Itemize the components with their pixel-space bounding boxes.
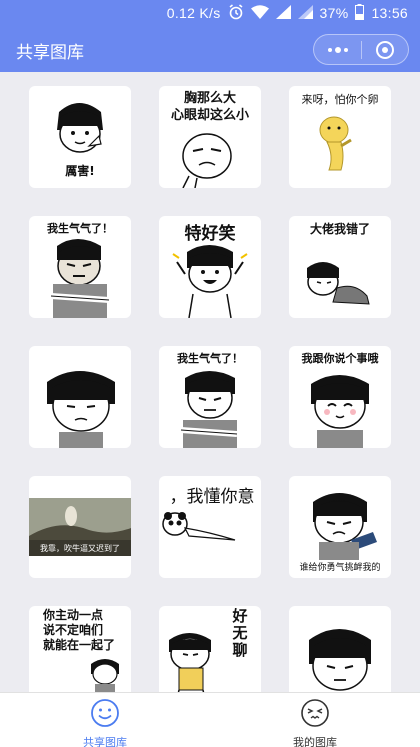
status-bar: 0.12 K/s 37% 13:56 (0, 0, 420, 26)
signal-icon-2 (297, 4, 313, 22)
page-title: 共享图库 (16, 43, 84, 63)
meme-grid: 厲害! 胸那么大 心眼却这么小 来呀，怕你个卵 我生气气了！ 特好笑 大佬我错了… (0, 72, 420, 692)
meme-card-2[interactable]: 胸那么大 心眼却这么小 (159, 86, 261, 188)
wifi-icon (250, 4, 269, 22)
meme-caption: 谁给你勇气挑衅我的 (299, 563, 381, 573)
network-speed: 0.12 K/s (166, 5, 221, 21)
meme-card-12[interactable]: 谁给你勇气挑衅我的 (289, 476, 391, 578)
meme-card-6[interactable]: 大佬我错了 (289, 216, 391, 318)
sneaky-face-icon (300, 698, 330, 732)
nav-bar: 共享图库 (0, 26, 420, 72)
meme-caption: 厲害! (65, 164, 95, 178)
meme-card-5[interactable]: 特好笑 (159, 216, 261, 318)
meme-card-1[interactable]: 厲害! (29, 86, 131, 188)
alarm-icon (228, 3, 244, 23)
smile-face-icon (90, 698, 120, 732)
battery-percent: 37% (319, 5, 349, 21)
mini-program-capsule (313, 34, 409, 65)
close-button[interactable] (362, 35, 408, 64)
meme-card-11[interactable]: ，我懂你意 (159, 476, 261, 578)
clock: 13:56 (371, 5, 408, 21)
meme-card-10[interactable]: 我靠，吹牛逼又迟到了 (29, 476, 131, 578)
tab-shared-gallery[interactable]: 共享图库 (0, 693, 210, 747)
tab-label: 我的图库 (293, 736, 337, 747)
signal-icon (275, 4, 291, 22)
meme-card-15[interactable] (289, 606, 391, 692)
tab-my-gallery[interactable]: 我的图库 (210, 693, 420, 747)
meme-card-8[interactable]: 我生气气了！ (159, 346, 261, 448)
meme-card-9[interactable]: 我跟你说个事哦 (289, 346, 391, 448)
battery-icon (355, 3, 365, 23)
meme-caption: 我靠，吹牛逼又迟到了 (40, 544, 120, 553)
meme-card-3[interactable]: 来呀，怕你个卵 (289, 86, 391, 188)
meme-card-4[interactable]: 我生气气了！ (29, 216, 131, 318)
tab-label: 共享图库 (83, 736, 127, 747)
more-button[interactable] (314, 35, 361, 64)
target-icon (375, 40, 394, 59)
tab-bar: 共享图库 我的图库 (0, 692, 420, 747)
meme-card-14[interactable]: 好 无 聊 (159, 606, 261, 692)
meme-card-7[interactable] (29, 346, 131, 448)
meme-card-13[interactable]: 你主动一点 说不定咱们 就能在一起了 (29, 606, 131, 692)
